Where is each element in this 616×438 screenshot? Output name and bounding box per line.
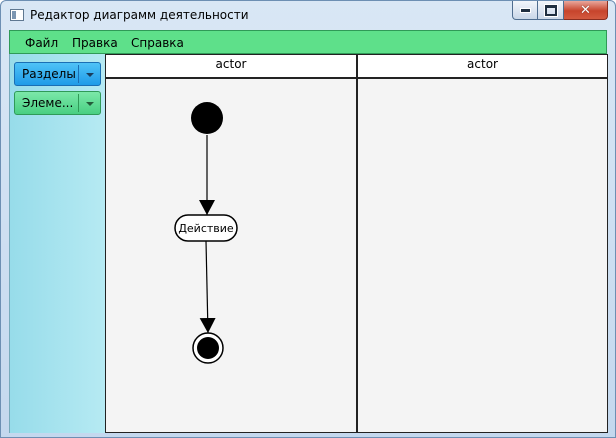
menu-help[interactable]: Справка (131, 36, 184, 50)
diagram-canvas[interactable]: actor actor Действие (105, 54, 608, 433)
menu-bar: Файл Правка Справка (9, 30, 607, 54)
maximize-icon (544, 4, 557, 16)
window-title: Редактор диаграмм деятельности (30, 8, 249, 22)
combobox-separator (78, 94, 79, 112)
minimize-button[interactable] (512, 1, 538, 20)
menu-file[interactable]: Файл (25, 36, 58, 50)
combobox-separator (78, 65, 79, 83)
activity-diagram: Действие (174, 102, 238, 364)
control-flow-edge[interactable] (199, 240, 216, 334)
app-icon (10, 9, 24, 21)
sections-combobox[interactable]: Разделы (14, 62, 101, 86)
sections-combobox-label: Разделы (22, 67, 76, 81)
maximize-button[interactable] (538, 1, 564, 20)
close-icon: ✕ (580, 2, 591, 18)
chevron-down-icon[interactable] (86, 73, 94, 77)
chevron-down-icon[interactable] (86, 102, 94, 106)
final-node[interactable] (192, 332, 224, 364)
minimize-icon (519, 7, 531, 13)
window-controls: ✕ (512, 1, 608, 21)
action-node-label: Действие (178, 222, 234, 235)
app-window: Редактор диаграмм деятельности ✕ Файл Пр… (0, 0, 616, 438)
elements-combobox-label: Элеме... (22, 96, 74, 110)
initial-node[interactable] (191, 102, 223, 134)
elements-combobox[interactable]: Элеме... (14, 91, 101, 115)
toolbox-panel: Разделы Элеме... (9, 54, 105, 433)
title-bar[interactable]: Редактор диаграмм деятельности ✕ (1, 1, 615, 29)
menu-edit[interactable]: Правка (72, 36, 118, 50)
action-node[interactable]: Действие (174, 214, 238, 242)
close-button[interactable]: ✕ (564, 1, 608, 20)
